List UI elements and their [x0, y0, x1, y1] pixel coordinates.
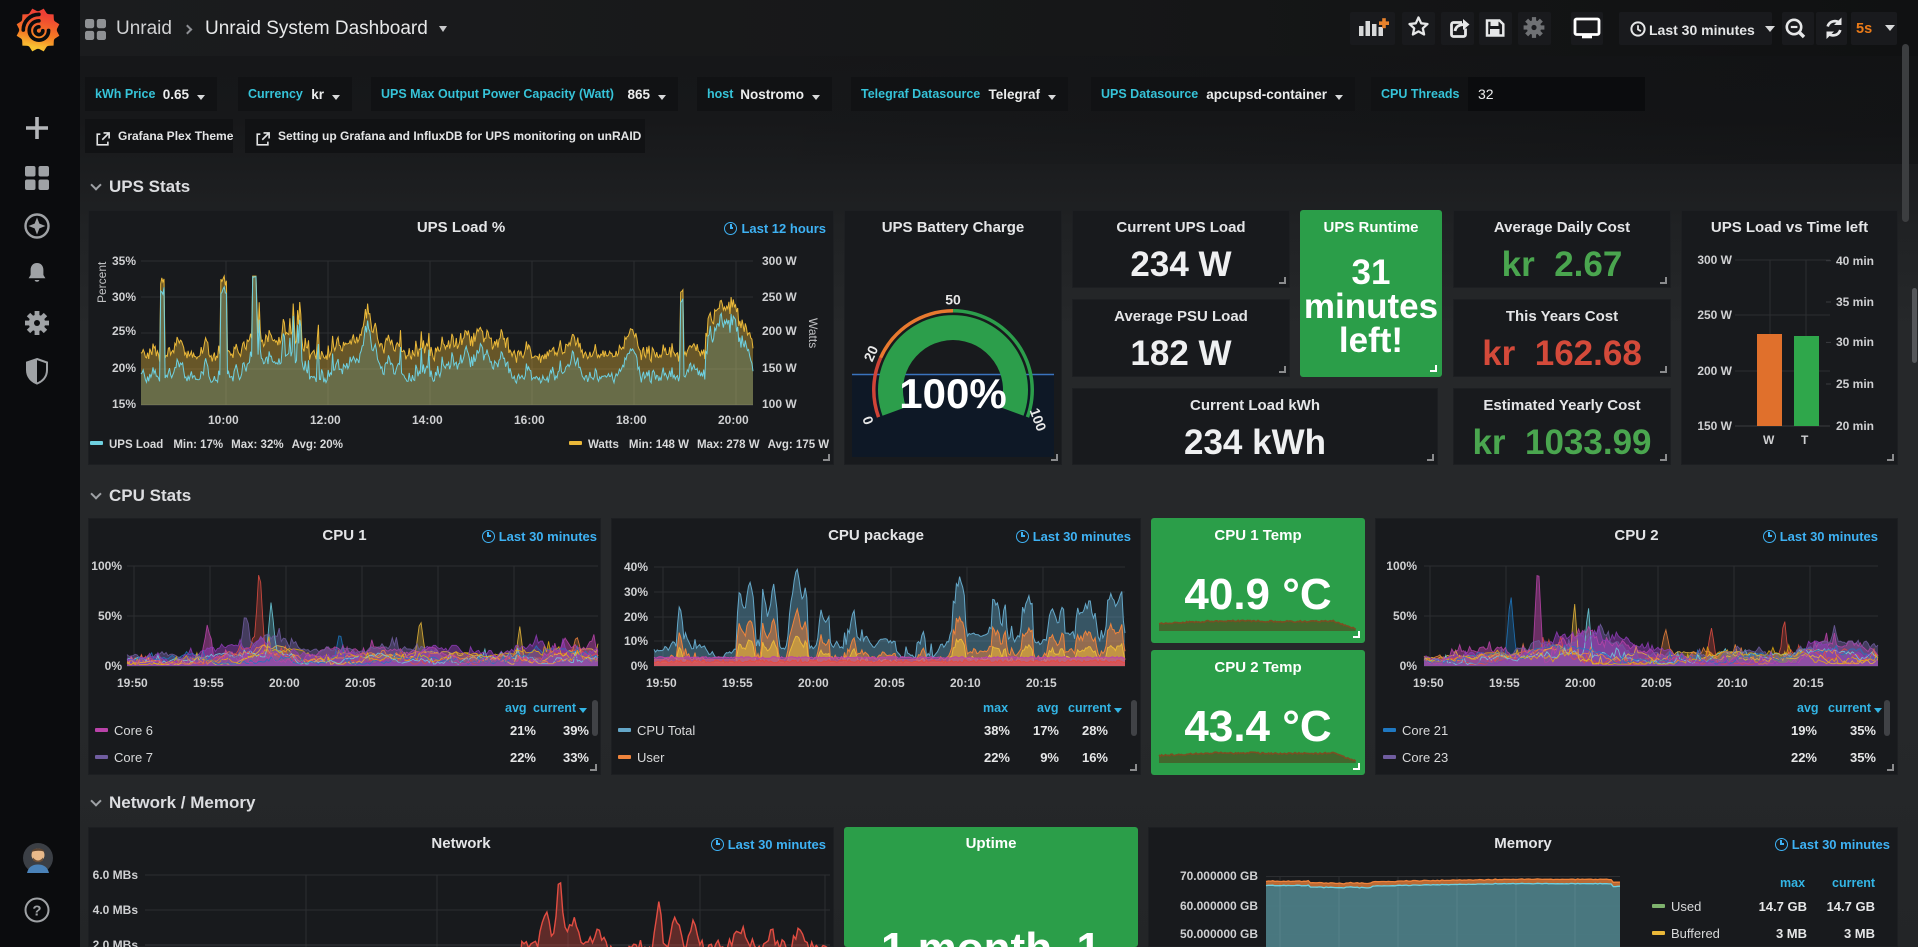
svg-text:?: ?	[32, 903, 41, 920]
svg-text:50: 50	[945, 292, 961, 308]
